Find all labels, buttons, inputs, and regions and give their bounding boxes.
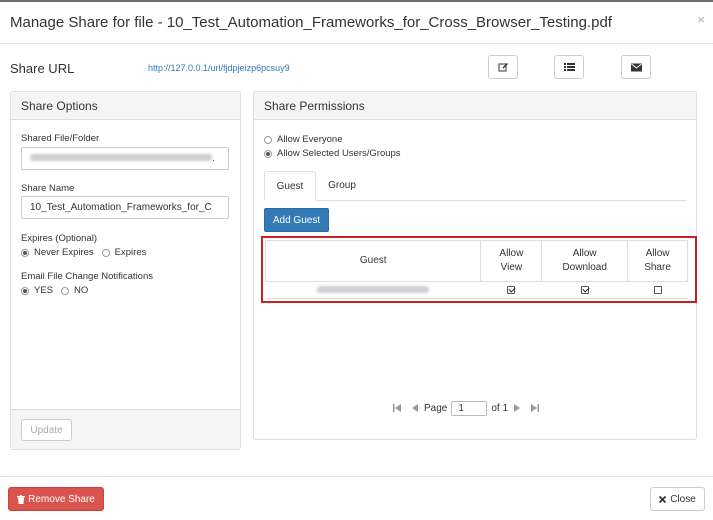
add-guest-button[interactable]: Add Guest (264, 208, 329, 232)
allow-everyone-option: Allow Everyone (264, 134, 342, 145)
tabs-underline (264, 200, 687, 201)
footer-divider (0, 476, 713, 477)
notify-no-radio[interactable] (61, 286, 70, 295)
share-options-footer: Update (11, 409, 240, 449)
allow-download-cell (541, 281, 628, 299)
prev-page-icon[interactable] (409, 402, 421, 414)
col-guest[interactable]: Guest (264, 240, 482, 282)
allow-selected-radio[interactable] (264, 149, 272, 158)
share-options-panel: Share Options Shared File/Folder . Share… (10, 91, 241, 450)
close-icon (659, 495, 667, 503)
edit-url-button[interactable] (488, 55, 518, 79)
notify-no-label: NO (74, 285, 89, 296)
remove-share-button[interactable]: Remove Share (8, 487, 104, 511)
allow-share-checkbox[interactable] (653, 285, 662, 294)
allow-share-cell (627, 281, 688, 299)
page-number-input[interactable]: 1 (451, 400, 488, 416)
shared-file-path-redacted (30, 154, 212, 161)
last-page-icon[interactable] (529, 402, 541, 414)
email-button[interactable] (621, 55, 651, 79)
tab-group[interactable]: Group (318, 171, 366, 200)
trash-icon (17, 494, 26, 504)
share-options-heading: Share Options (11, 92, 240, 120)
modal-close-icon[interactable]: × (697, 12, 705, 27)
page-label: Page (424, 402, 448, 414)
page-of-label: of 1 (491, 402, 509, 414)
list-icon (563, 63, 575, 71)
modal-title: Manage Share for file - 10_Test_Automati… (10, 14, 612, 31)
col-allow-share[interactable]: Allow Share (627, 240, 688, 282)
list-button[interactable] (554, 55, 584, 79)
shared-file-input[interactable]: . (21, 147, 229, 170)
allow-selected-option: Allow Selected Users/Groups (264, 148, 401, 159)
col-allow-download[interactable]: Allow Download (541, 240, 629, 282)
expires-radio-group: Never Expires Expires (21, 247, 146, 258)
share-name-input[interactable]: 10_Test_Automation_Frameworks_for_C (21, 196, 229, 219)
pagination: Page 1 of 1 (388, 400, 544, 416)
notify-label: Email File Change Notifications (21, 271, 154, 282)
allow-download-checkbox[interactable] (580, 285, 589, 294)
allow-selected-label: Allow Selected Users/Groups (277, 148, 401, 159)
update-button[interactable]: Update (21, 419, 72, 441)
notify-yes-radio[interactable] (21, 286, 29, 295)
allow-view-checkbox[interactable] (507, 285, 516, 294)
notify-yes-label: YES (34, 285, 54, 296)
envelope-icon (630, 63, 642, 71)
header-divider (0, 43, 713, 44)
close-button[interactable]: Close (650, 487, 705, 511)
never-expires-label: Never Expires (34, 247, 94, 258)
share-permissions-heading: Share Permissions (254, 92, 696, 120)
share-url-label: Share URL (10, 61, 75, 76)
guest-email-redacted (317, 285, 430, 293)
remove-share-label: Remove Share (28, 493, 95, 505)
guest-permissions-table: Guest Allow View Allow Download Allow Sh… (264, 240, 688, 299)
edit-icon (498, 62, 508, 71)
shared-file-value-end: . (212, 153, 215, 164)
allow-everyone-radio[interactable] (264, 135, 272, 144)
share-url-link[interactable]: http://127.0.0.1/url/fjdpjeizp6pcsuy9 (148, 63, 290, 73)
close-label: Close (670, 493, 696, 505)
next-page-icon[interactable] (511, 402, 523, 414)
table-row (265, 281, 688, 299)
notify-radio-group: YES NO (21, 285, 88, 296)
expires-label: Expires (Optional) (21, 233, 98, 244)
shared-file-label: Shared File/Folder (21, 133, 100, 144)
window-top-border (0, 0, 713, 2)
first-page-icon[interactable] (391, 402, 403, 414)
guest-email-cell (265, 281, 481, 299)
allow-view-cell (480, 281, 542, 299)
col-allow-view[interactable]: Allow View (480, 240, 543, 282)
table-header-row: Guest Allow View Allow Download Allow Sh… (264, 240, 688, 282)
never-expires-radio[interactable] (21, 248, 29, 257)
expires-radio[interactable] (101, 248, 110, 257)
share-name-label: Share Name (21, 183, 75, 194)
tab-guest[interactable]: Guest (264, 171, 316, 201)
expires-option-label: Expires (114, 247, 147, 258)
allow-everyone-label: Allow Everyone (277, 134, 343, 145)
